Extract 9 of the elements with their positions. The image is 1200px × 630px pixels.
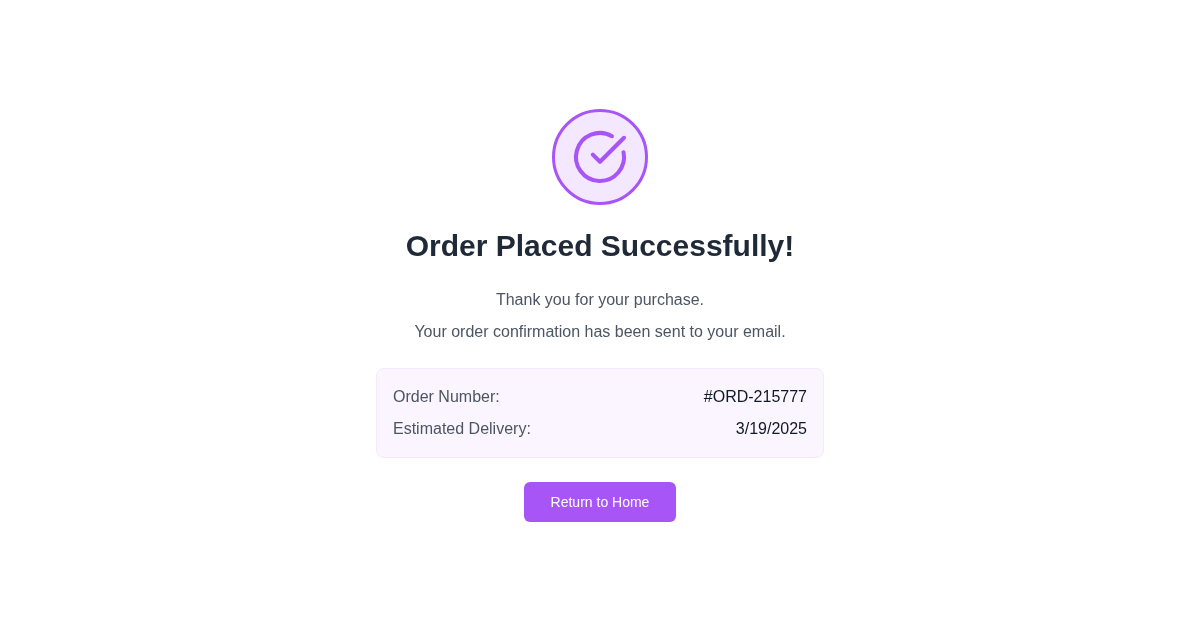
detail-value: #ORD-215777 (703, 386, 807, 407)
page-title: Order Placed Successfully! (405, 227, 795, 264)
check-circle-icon (552, 108, 648, 205)
detail-value: 3/19/2025 (735, 418, 807, 439)
message-text: Your order confirmation has been sent to your email. (414, 321, 786, 342)
detail-label: Estimated Delivery: (393, 418, 531, 439)
return-home-button[interactable]: Return to Home (524, 481, 676, 522)
message-text: Thank you for your purchase. (495, 289, 705, 310)
detail-label: Order Number: (393, 386, 500, 407)
